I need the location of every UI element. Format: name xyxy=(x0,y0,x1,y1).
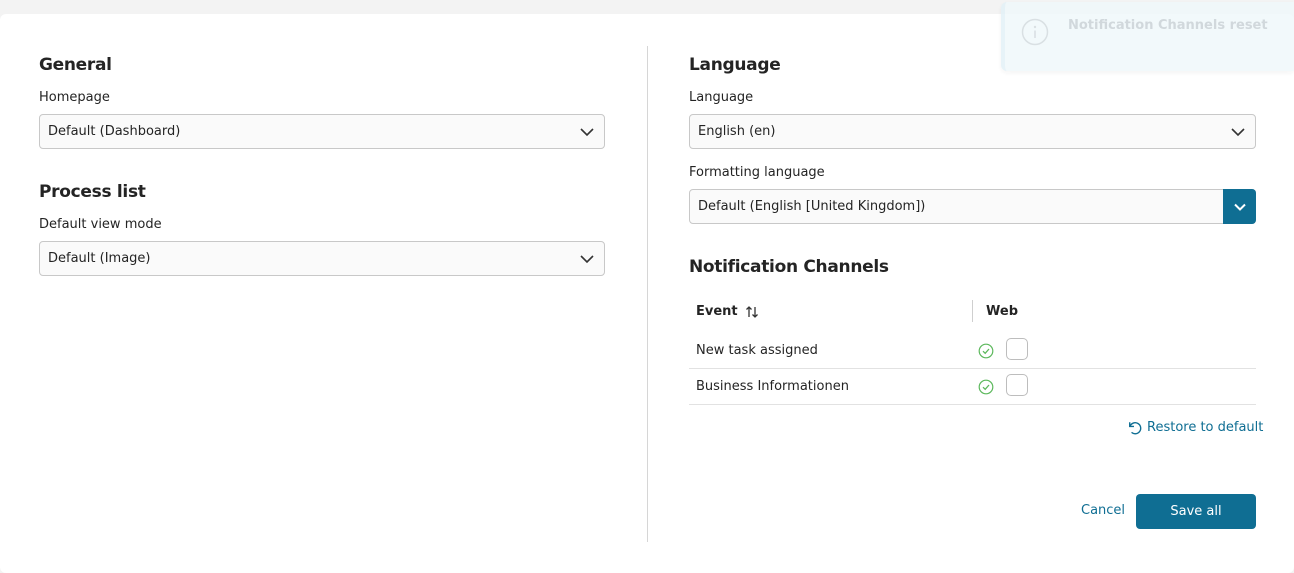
chevron-down-icon xyxy=(580,128,594,137)
check-circle-icon xyxy=(978,379,994,395)
homepage-label: Homepage xyxy=(39,90,110,105)
table-row: Business Informationen xyxy=(689,369,1256,405)
check-circle-icon xyxy=(978,343,994,359)
language-label: Language xyxy=(689,90,754,105)
formatting-language-label: Formatting language xyxy=(689,165,825,180)
homepage-select-value: Default (Dashboard) xyxy=(48,124,181,139)
cancel-button[interactable]: Cancel xyxy=(1081,503,1125,518)
view-mode-select[interactable]: Default (Image) xyxy=(39,241,605,276)
restore-default-label: Restore to default xyxy=(1147,420,1264,435)
web-checkbox[interactable] xyxy=(1006,374,1028,396)
toast-notification: Notification Channels reset xyxy=(1001,2,1294,71)
web-column-header: Web xyxy=(986,304,1018,319)
language-heading: Language xyxy=(689,55,781,75)
language-select-value: English (en) xyxy=(698,124,776,139)
chevron-down-icon xyxy=(1233,203,1246,211)
language-select[interactable]: English (en) xyxy=(689,114,1256,149)
web-checkbox[interactable] xyxy=(1006,338,1028,360)
chevron-down-icon xyxy=(580,255,594,264)
event-column-label: Event xyxy=(696,304,738,319)
sort-icon[interactable] xyxy=(745,305,759,319)
event-column-header[interactable]: Event xyxy=(696,304,759,319)
view-mode-label: Default view mode xyxy=(39,217,162,232)
event-name: New task assigned xyxy=(696,343,818,358)
view-mode-select-value: Default (Image) xyxy=(48,251,151,266)
toast-message: Notification Channels reset xyxy=(1068,18,1268,33)
notification-channels-heading: Notification Channels xyxy=(689,257,889,277)
general-heading: General xyxy=(39,55,112,75)
undo-icon xyxy=(1129,422,1142,435)
homepage-select[interactable]: Default (Dashboard) xyxy=(39,114,605,149)
restore-default-link[interactable]: Restore to default xyxy=(1126,419,1263,436)
table-row: New task assigned xyxy=(689,333,1256,369)
save-all-button[interactable]: Save all xyxy=(1136,494,1256,529)
chevron-down-icon xyxy=(1231,128,1245,137)
column-divider xyxy=(647,46,648,542)
column-separator xyxy=(972,300,973,322)
formatting-language-select[interactable]: Default (English [United Kingdom]) xyxy=(689,189,1256,224)
info-icon xyxy=(1021,18,1049,46)
process-list-heading: Process list xyxy=(39,182,146,202)
formatting-language-select-value: Default (English [United Kingdom]) xyxy=(698,199,926,214)
formatting-language-dropdown-button[interactable] xyxy=(1223,189,1256,224)
event-name: Business Informationen xyxy=(696,379,849,394)
